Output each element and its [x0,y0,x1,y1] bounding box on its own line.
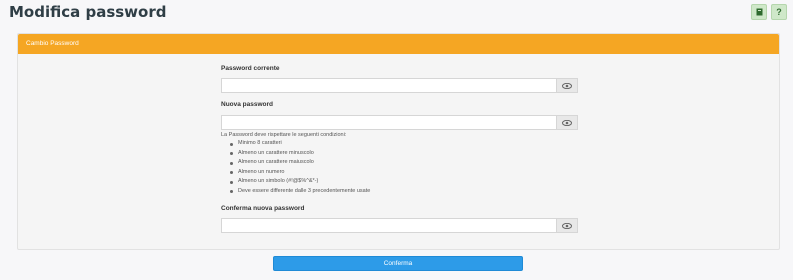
current-password-input[interactable] [221,78,556,93]
current-password-group: Password corrente [221,65,578,93]
rule-item: Deve essere differente dalle 3 precedent… [229,187,578,197]
eye-icon [562,82,572,89]
eye-icon [562,222,572,229]
password-rules-list: Minimo 8 caratteri Almeno un carattere m… [229,139,578,196]
show-new-password-button[interactable] [556,115,578,130]
notebook-icon[interactable] [751,4,767,20]
rule-item: Almeno un carattere maiuscolo [229,158,578,168]
show-confirm-password-button[interactable] [556,218,578,233]
confirm-password-label: Conferma nuova password [221,205,305,212]
new-password-input[interactable] [221,115,556,130]
rule-item: Almeno un carattere minuscolo [229,149,578,159]
confirm-button[interactable]: Conferma [273,256,523,271]
show-current-password-button[interactable] [556,78,578,93]
rule-item: Minimo 8 caratteri [229,139,578,149]
confirm-password-input[interactable] [221,218,556,233]
top-actions: ? [751,4,787,20]
change-password-card: Cambio Password Password corrente Nuova … [17,33,780,250]
rule-item: Almeno un simbolo (#!@$%^&*-) [229,177,578,187]
help-icon[interactable]: ? [771,4,787,20]
confirm-password-group: Conferma nuova password [221,205,578,233]
password-rules-intro: La Password deve rispettare le seguenti … [221,132,347,138]
new-password-group: Nuova password La Password deve rispetta… [221,101,578,196]
notebook-icon-glyph [756,8,762,16]
new-password-label: Nuova password [221,101,274,108]
page-title: Modifica password [9,3,167,21]
card-header: Cambio Password [18,34,779,54]
eye-icon [562,119,572,126]
current-password-label: Password corrente [221,65,280,72]
rule-item: Almeno un numero [229,168,578,178]
